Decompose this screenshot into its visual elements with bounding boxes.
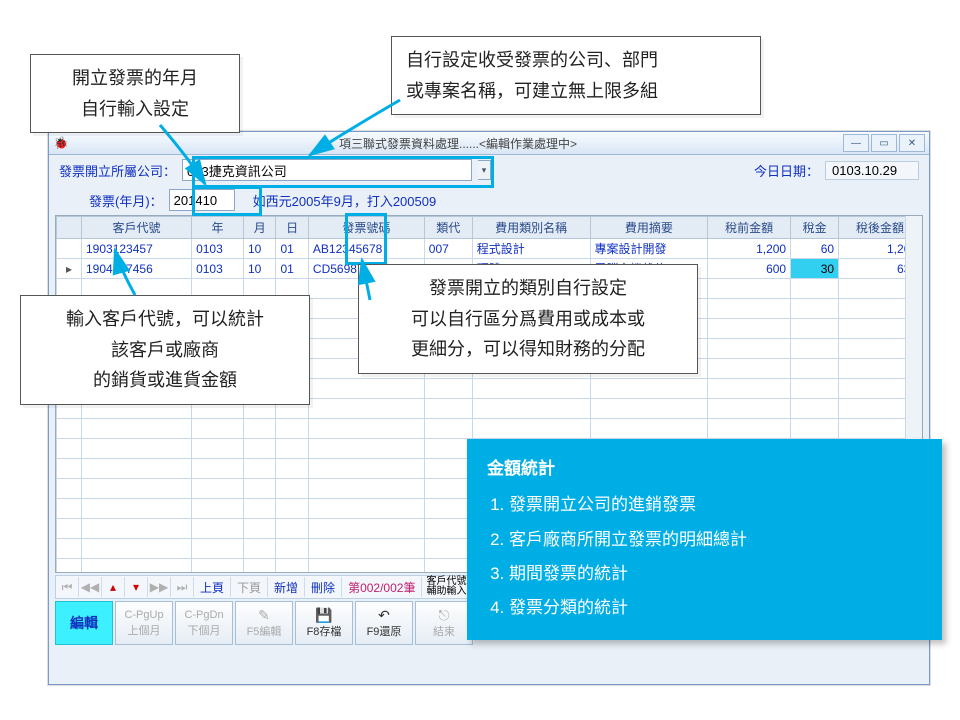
arrow-ym bbox=[0, 0, 960, 720]
